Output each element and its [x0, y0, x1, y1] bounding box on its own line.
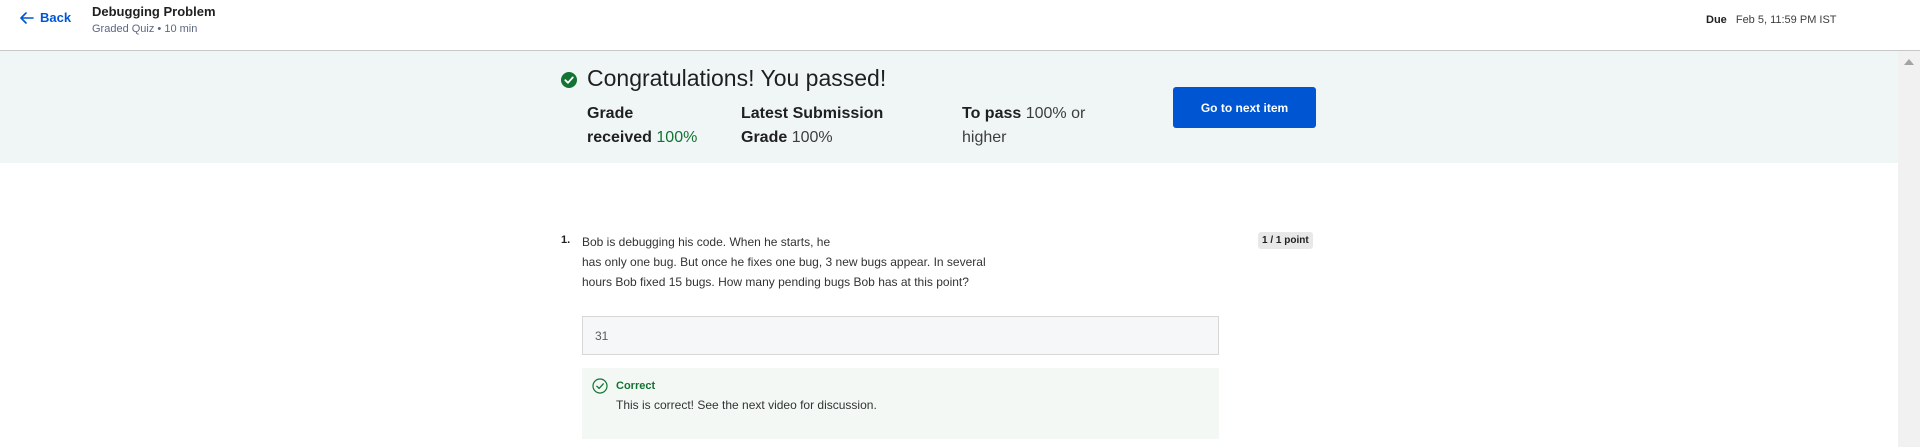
answer-input[interactable]: 31 [582, 316, 1219, 355]
feedback-box: Correct This is correct! See the next vi… [582, 368, 1219, 439]
item-title-block: Debugging Problem Graded Quiz • 10 min [92, 4, 216, 35]
question-line: Bob is debugging his code. When he start… [582, 235, 831, 249]
item-title: Debugging Problem [92, 4, 216, 19]
to-pass-requirement: To pass 100% or higher [962, 102, 1112, 150]
result-banner [0, 51, 1898, 163]
pass-heading: Congratulations! You passed! [587, 65, 887, 91]
grade-received-label-2: received [587, 129, 652, 146]
question-text: Bob is debugging his code. When he start… [582, 232, 1002, 292]
due-label: Due [1706, 14, 1727, 26]
due-date: Due Feb 5, 11:59 PM IST [1706, 14, 1837, 26]
to-pass-label: To pass [962, 105, 1022, 122]
latest-submission-value: 100% [791, 129, 833, 146]
back-link[interactable]: Back [20, 10, 71, 25]
latest-submission-grade: Latest Submission Grade 100% [741, 102, 891, 150]
points-badge: 1 / 1 point [1258, 232, 1313, 249]
grade-received-value: 100% [656, 129, 698, 146]
go-to-next-item-button[interactable]: Go to next item [1173, 87, 1316, 128]
question-line: hours Bob fixed 15 bugs. How many pendin… [582, 275, 969, 289]
feedback-message: This is correct! See the next video for … [616, 398, 877, 412]
question-line: has only one bug. But once he fixes one … [582, 255, 986, 269]
due-value: Feb 5, 11:59 PM IST [1735, 14, 1837, 26]
arrow-left-icon [20, 11, 34, 24]
check-circle-outline-icon [592, 378, 608, 394]
to-pass-value-2: higher [962, 129, 1007, 146]
back-label: Back [40, 10, 72, 25]
latest-submission-label-2: Grade [741, 129, 788, 146]
to-pass-value-1: 100% or [1025, 105, 1086, 122]
grade-received: Grade received 100% [587, 102, 707, 150]
grade-received-label-1: Grade [587, 105, 634, 122]
feedback-status: Correct [616, 380, 656, 392]
scrollbar[interactable] [1898, 51, 1920, 447]
scroll-up-arrow-icon[interactable] [1904, 59, 1914, 65]
question-number: 1. [561, 234, 571, 246]
check-circle-filled-icon [561, 72, 577, 88]
item-subtitle: Graded Quiz • 10 min [92, 23, 198, 35]
latest-submission-label-1: Latest Submission [741, 105, 884, 122]
top-header: Back Debugging Problem Graded Quiz • 10 … [0, 0, 1920, 51]
